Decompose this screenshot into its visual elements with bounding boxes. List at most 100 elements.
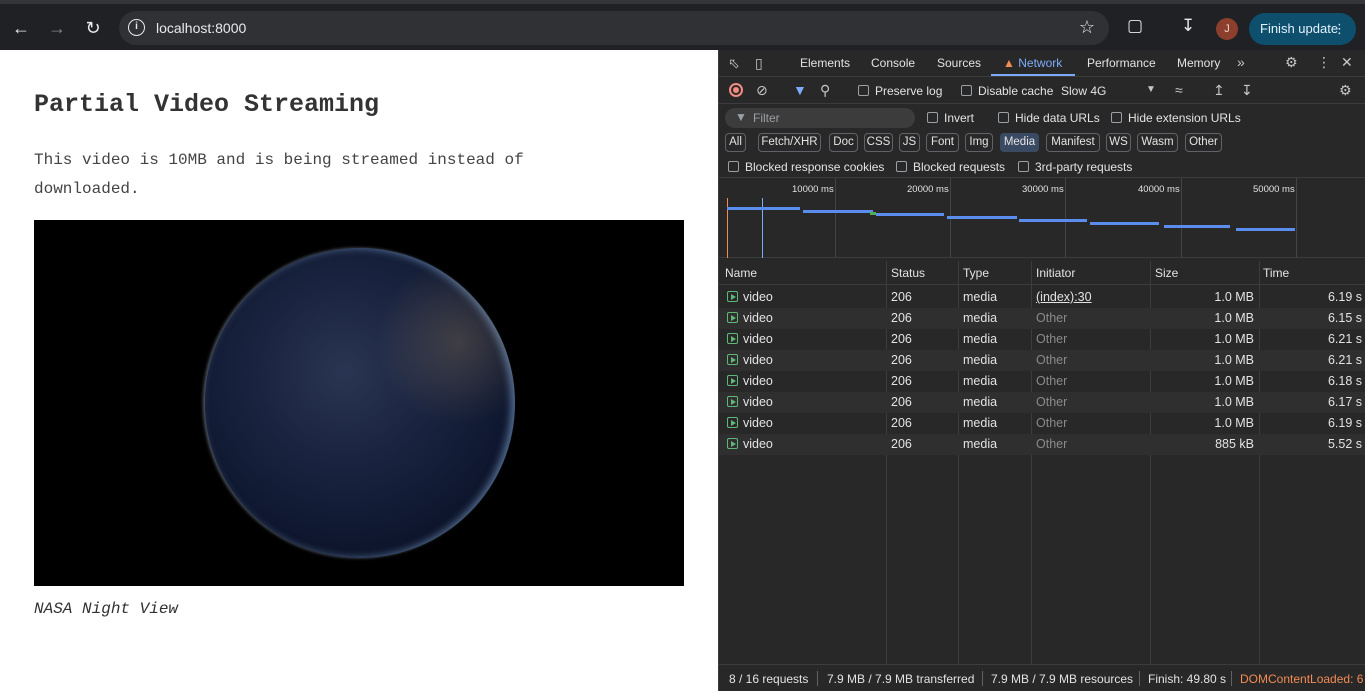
download-har-icon[interactable]: ↧: [1241, 82, 1253, 99]
table-row[interactable]: video 206 media Other 1.0 MB 6.21 s: [719, 350, 1365, 371]
chip-fetch-xhr[interactable]: Fetch/XHR: [758, 133, 821, 152]
devtools-tab-bar: ⬁ ▯ Elements Console Sources ▲ Network P…: [719, 50, 1365, 77]
overview-gridline: [835, 178, 836, 258]
more-tabs-icon[interactable]: »: [1237, 54, 1245, 70]
request-time: 6.21 s: [1327, 332, 1362, 346]
chip-manifest[interactable]: Manifest: [1046, 133, 1100, 152]
video-player[interactable]: [34, 220, 684, 586]
request-type: media: [963, 353, 998, 367]
extensions-icon[interactable]: ▢: [1127, 16, 1143, 36]
preserve-log-checkbox[interactable]: [858, 85, 869, 96]
column-time[interactable]: Time: [1263, 266, 1289, 280]
blocked-requests-checkbox[interactable]: [896, 161, 907, 172]
tab-sources[interactable]: Sources: [937, 56, 981, 70]
blocked-requests-label: Blocked requests: [913, 160, 1006, 174]
request-type: media: [963, 437, 998, 451]
invert-checkbox[interactable]: [927, 112, 938, 123]
chip-img[interactable]: Img: [965, 133, 993, 152]
avatar[interactable]: J: [1216, 18, 1238, 40]
request-name: video: [743, 353, 773, 367]
chevron-down-icon[interactable]: ▼: [1146, 84, 1156, 95]
back-button[interactable]: ←: [8, 15, 34, 41]
tab-elements[interactable]: Elements: [800, 56, 850, 70]
hide-extension-urls-checkbox[interactable]: [1111, 112, 1122, 123]
media-file-icon: [727, 291, 738, 302]
chip-css[interactable]: CSS: [864, 133, 893, 152]
overview-tick: 20000 ms: [907, 184, 949, 195]
table-row[interactable]: video 206 media Other 1.0 MB 6.15 s: [719, 308, 1365, 329]
settings-gear-icon[interactable]: ⚙: [1285, 54, 1298, 71]
column-type[interactable]: Type: [963, 266, 989, 280]
requests-count: 8 / 16 requests: [729, 672, 809, 686]
request-size: 1.0 MB: [1214, 374, 1254, 388]
chip-ws[interactable]: WS: [1106, 133, 1131, 152]
network-overview-timeline[interactable]: 10000 ms 20000 ms 30000 ms 40000 ms 5000…: [719, 178, 1365, 258]
throttling-select[interactable]: Slow 4G: [1061, 84, 1106, 98]
media-file-icon: [727, 375, 738, 386]
address-bar[interactable]: i localhost:8000 ☆: [119, 11, 1109, 45]
chip-other[interactable]: Other: [1185, 133, 1222, 152]
overview-tick: 40000 ms: [1138, 184, 1180, 195]
blocked-cookies-checkbox[interactable]: [728, 161, 739, 172]
tab-memory[interactable]: Memory: [1177, 56, 1220, 70]
more-options-icon[interactable]: ⋮: [1317, 54, 1331, 71]
download-icon[interactable]: ↧: [1181, 16, 1195, 36]
network-settings-icon[interactable]: ⚙: [1339, 82, 1352, 99]
request-type: media: [963, 416, 998, 430]
inspect-element-icon[interactable]: ⬁: [728, 55, 740, 72]
transferred-size: 7.9 MB / 7.9 MB transferred: [827, 672, 975, 686]
third-party-checkbox[interactable]: [1018, 161, 1029, 172]
overview-gridline: [1181, 178, 1182, 258]
filter-input[interactable]: ▼ Filter: [725, 108, 915, 128]
device-toolbar-icon[interactable]: ▯: [755, 55, 763, 72]
search-icon[interactable]: ⚲: [820, 82, 830, 99]
active-tab-indicator: [991, 74, 1075, 76]
table-row[interactable]: video 206 media Other 885 kB 5.52 s: [719, 434, 1365, 455]
warning-icon: ▲: [1003, 56, 1015, 70]
overview-bar: [1019, 219, 1087, 222]
table-row[interactable]: video 206 media Other 1.0 MB 6.19 s: [719, 413, 1365, 434]
table-row[interactable]: video 206 media (index):30 1.0 MB 6.19 s: [719, 287, 1365, 308]
request-time: 5.52 s: [1327, 437, 1362, 451]
chip-font[interactable]: Font: [926, 133, 959, 152]
tab-network[interactable]: ▲ Network: [1003, 56, 1062, 70]
media-file-icon: [727, 417, 738, 428]
url-text: localhost:8000: [156, 20, 247, 36]
finish-update-label: Finish update: [1260, 21, 1339, 36]
upload-har-icon[interactable]: ↥: [1213, 82, 1225, 99]
chip-doc[interactable]: Doc: [829, 133, 858, 152]
chip-js[interactable]: JS: [899, 133, 920, 152]
request-initiator[interactable]: (index):30: [1036, 290, 1092, 304]
table-row[interactable]: video 206 media Other 1.0 MB 6.17 s: [719, 392, 1365, 413]
column-initiator[interactable]: Initiator: [1036, 266, 1075, 280]
site-info-icon[interactable]: i: [128, 19, 145, 36]
chip-wasm[interactable]: Wasm: [1137, 133, 1178, 152]
column-size[interactable]: Size: [1155, 266, 1178, 280]
clear-icon[interactable]: ⊘: [756, 82, 768, 99]
disable-cache-checkbox[interactable]: [961, 85, 972, 96]
record-icon[interactable]: [729, 83, 743, 97]
tab-performance[interactable]: Performance: [1087, 56, 1156, 70]
reload-button[interactable]: ↻: [80, 15, 106, 41]
filter-icon: ▼: [735, 110, 747, 124]
network-conditions-icon[interactable]: ≈: [1175, 82, 1183, 98]
request-initiator: Other: [1036, 332, 1068, 346]
column-name[interactable]: Name: [725, 266, 757, 280]
table-row[interactable]: video 206 media Other 1.0 MB 6.21 s: [719, 329, 1365, 350]
media-file-icon: [727, 396, 738, 407]
request-initiator: Other: [1036, 353, 1068, 367]
column-status[interactable]: Status: [891, 266, 925, 280]
close-devtools-icon[interactable]: ✕: [1341, 54, 1353, 71]
bookmark-star-icon[interactable]: ☆: [1079, 17, 1095, 38]
overview-tick: 50000 ms: [1253, 184, 1295, 195]
finish-update-button[interactable]: Finish update ⋮: [1249, 13, 1356, 45]
forward-button[interactable]: →: [44, 15, 70, 41]
chip-media[interactable]: Media: [1000, 133, 1039, 152]
chip-all[interactable]: All: [725, 133, 746, 152]
table-row[interactable]: video 206 media Other 1.0 MB 6.18 s: [719, 371, 1365, 392]
filter-funnel-icon[interactable]: ▼: [793, 82, 807, 98]
tab-console[interactable]: Console: [871, 56, 915, 70]
dom-content-loaded: DOMContentLoaded: 6: [1240, 672, 1364, 686]
overview-bar: [803, 210, 873, 213]
hide-data-urls-checkbox[interactable]: [998, 112, 1009, 123]
